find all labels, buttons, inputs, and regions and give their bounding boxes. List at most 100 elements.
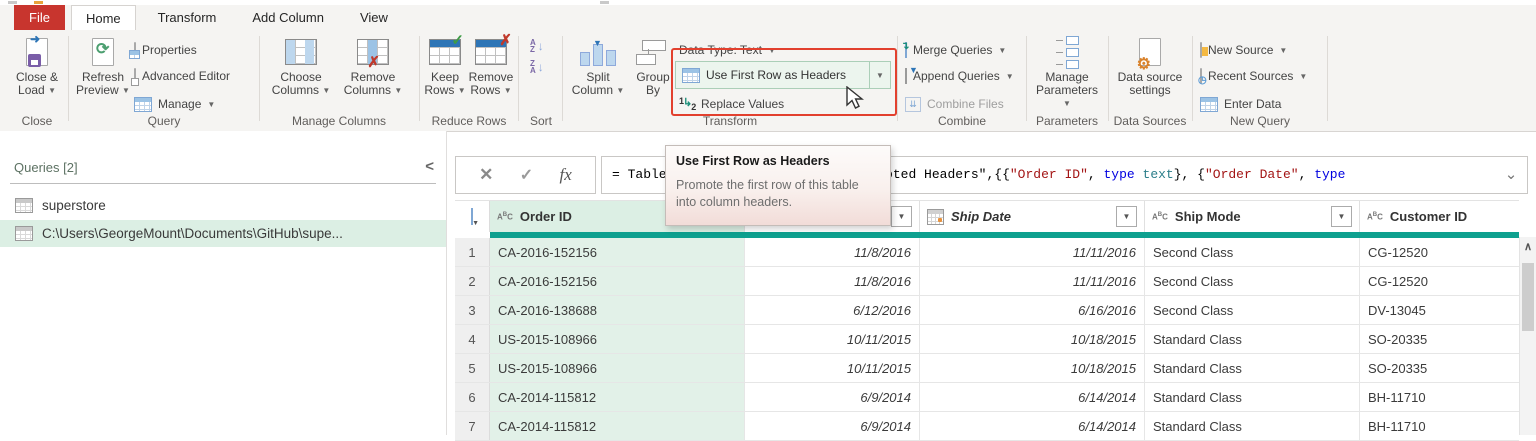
split-column-button[interactable]: ▼ Split Column ▼	[569, 35, 627, 97]
remove-rows-button[interactable]: ✗ Remove Rows ▼	[467, 35, 515, 97]
tab-view[interactable]: View	[346, 5, 402, 30]
cell-ship-date[interactable]: 10/18/2015	[920, 325, 1145, 353]
cell-ship-mode[interactable]: Standard Class	[1145, 412, 1360, 440]
scroll-up-icon[interactable]: ∧	[1520, 237, 1536, 257]
tab-home[interactable]: Home	[71, 5, 136, 30]
row-number[interactable]: 6	[455, 383, 490, 411]
use-first-row-dropdown[interactable]: ▼	[869, 62, 890, 88]
sort-ascending-button[interactable]: AZ↓	[530, 39, 544, 53]
text-type-icon: ABC	[497, 212, 513, 222]
row-number[interactable]: 5	[455, 354, 490, 382]
remove-columns-button[interactable]: ✗ Remove Columns ▼	[339, 35, 407, 97]
tab-transform[interactable]: Transform	[144, 5, 231, 30]
data-type-button[interactable]: Data Type: Text ▼	[679, 39, 776, 61]
cell-ship-mode[interactable]: Standard Class	[1145, 354, 1360, 382]
cell-order-date[interactable]: 11/8/2016	[745, 238, 920, 266]
cell-order-id[interactable]: US-2015-108966	[490, 325, 745, 353]
cell-ship-date[interactable]: 6/14/2014	[920, 412, 1145, 440]
tooltip-use-first-row: Use First Row as Headers Promote the fir…	[665, 145, 891, 226]
cell-customer-id[interactable]: SO-20335	[1360, 325, 1519, 353]
cell-customer-id[interactable]: CG-12520	[1360, 238, 1519, 266]
cell-ship-mode[interactable]: Standard Class	[1145, 325, 1360, 353]
cell-order-id[interactable]: CA-2014-115812	[490, 383, 745, 411]
collapse-pane-icon[interactable]: <	[425, 158, 434, 175]
column-header-ship-date[interactable]: Ship Date ▼	[920, 201, 1145, 232]
column-header-ship-mode[interactable]: ABC Ship Mode ▼	[1145, 201, 1360, 232]
cell-ship-mode[interactable]: Second Class	[1145, 238, 1360, 266]
fx-icon[interactable]: fx	[560, 165, 572, 185]
tab-add-column[interactable]: Add Column	[238, 5, 338, 30]
cell-customer-id[interactable]: SO-20335	[1360, 354, 1519, 382]
query-item-superstore[interactable]: superstore	[0, 192, 446, 219]
enter-data-button[interactable]: Enter Data	[1200, 93, 1281, 115]
group-label-data-sources: Data Sources	[1111, 114, 1189, 128]
cell-ship-mode[interactable]: Second Class	[1145, 267, 1360, 295]
row-number[interactable]: 4	[455, 325, 490, 353]
combine-files-icon: ⇊	[905, 97, 921, 112]
cell-ship-date[interactable]: 6/16/2016	[920, 296, 1145, 324]
keep-rows-button[interactable]: ✓ Keep Rows ▼	[423, 35, 467, 97]
properties-button[interactable]: Properties	[134, 39, 197, 61]
row-number[interactable]: 1	[455, 238, 490, 266]
cell-order-date[interactable]: 11/8/2016	[745, 267, 920, 295]
cell-ship-mode[interactable]: Standard Class	[1145, 383, 1360, 411]
commit-formula-icon[interactable]: ✓	[520, 165, 533, 185]
cell-order-id[interactable]: US-2015-108966	[490, 354, 745, 382]
formula-expand-chevron-icon[interactable]: ⌄	[1498, 160, 1524, 190]
group-by-button[interactable]: Group By	[631, 35, 675, 97]
cell-order-id[interactable]: CA-2016-152156	[490, 267, 745, 295]
column-header-customer-id[interactable]: ABC Customer ID	[1360, 201, 1519, 232]
cell-order-date[interactable]: 10/11/2015	[745, 354, 920, 382]
new-source-button[interactable]: New Source ▼	[1200, 39, 1287, 61]
scrollbar-thumb[interactable]	[1522, 263, 1534, 331]
filter-dropdown-icon[interactable]: ▼	[1331, 206, 1352, 227]
select-all-corner[interactable]: ▼	[455, 201, 490, 232]
titlebar-fragment	[600, 1, 609, 4]
sort-descending-button[interactable]: ZA↓	[530, 60, 544, 74]
cell-customer-id[interactable]: BH-11710	[1360, 383, 1519, 411]
choose-columns-button[interactable]: Choose Columns ▼	[269, 35, 333, 97]
append-queries-button[interactable]: ▼ Append Queries ▼	[905, 65, 1014, 87]
filter-dropdown-icon[interactable]: ▼	[1116, 206, 1137, 227]
group-label-reduce-rows: Reduce Rows	[423, 114, 515, 128]
data-source-settings-button[interactable]: ⚙ Data source settings	[1115, 35, 1185, 97]
query-item-selected[interactable]: C:\Users\GeorgeMount\Documents\GitHub\su…	[0, 220, 446, 247]
ribbon-group-new-query: New Source ▼ ◷ Recent Sources ▼ Enter Da…	[1196, 30, 1324, 131]
cancel-formula-icon[interactable]: ✕	[479, 165, 493, 185]
use-first-row-as-headers-button[interactable]: Use First Row as Headers ▼	[675, 61, 891, 89]
cell-order-date[interactable]: 6/12/2016	[745, 296, 920, 324]
cell-ship-date[interactable]: 11/11/2016	[920, 238, 1145, 266]
table-row: 6 CA-2014-115812 6/9/2014 6/14/2014 Stan…	[455, 383, 1519, 412]
refresh-preview-button[interactable]: ⟳ Refresh Preview ▼	[74, 35, 132, 97]
filter-dropdown-icon[interactable]: ▼	[891, 206, 912, 227]
row-number[interactable]: 3	[455, 296, 490, 324]
cell-ship-date[interactable]: 6/14/2014	[920, 383, 1145, 411]
cell-customer-id[interactable]: BH-11710	[1360, 412, 1519, 440]
cell-order-date[interactable]: 6/9/2014	[745, 412, 920, 440]
cell-order-id[interactable]: CA-2016-152156	[490, 238, 745, 266]
recent-sources-button[interactable]: ◷ Recent Sources ▼	[1200, 65, 1307, 87]
cell-order-date[interactable]: 6/9/2014	[745, 383, 920, 411]
cell-order-date[interactable]: 10/11/2015	[745, 325, 920, 353]
advanced-editor-button[interactable]: Advanced Editor	[134, 65, 230, 87]
close-and-load-button[interactable]: ➜ Close & Load ▼	[11, 35, 63, 97]
ribbon-tab-bar: File Home Transform Add Column View	[0, 5, 1536, 30]
tooltip-body: Promote the first row of this table into…	[676, 177, 876, 211]
manage-parameters-button[interactable]: Manage Parameters ▼	[1031, 35, 1103, 110]
tab-file[interactable]: File	[14, 5, 65, 30]
cell-order-id[interactable]: CA-2016-138688	[490, 296, 745, 324]
cell-order-id[interactable]: CA-2014-115812	[490, 412, 745, 440]
row-number[interactable]: 7	[455, 412, 490, 440]
cell-ship-date[interactable]: 10/18/2015	[920, 354, 1145, 382]
vertical-scrollbar[interactable]: ∧	[1519, 237, 1536, 435]
cell-ship-mode[interactable]: Second Class	[1145, 296, 1360, 324]
cell-customer-id[interactable]: CG-12520	[1360, 267, 1519, 295]
row-number[interactable]: 2	[455, 267, 490, 295]
choose-columns-icon	[285, 35, 317, 69]
merge-queries-button[interactable]: ↴ Merge Queries ▼	[905, 39, 1006, 61]
replace-values-button[interactable]: 1↳2 Replace Values	[679, 93, 784, 115]
table-row: 7 CA-2014-115812 6/9/2014 6/14/2014 Stan…	[455, 412, 1519, 441]
manage-button[interactable]: Manage ▼	[134, 93, 215, 115]
cell-customer-id[interactable]: DV-13045	[1360, 296, 1519, 324]
cell-ship-date[interactable]: 11/11/2016	[920, 267, 1145, 295]
